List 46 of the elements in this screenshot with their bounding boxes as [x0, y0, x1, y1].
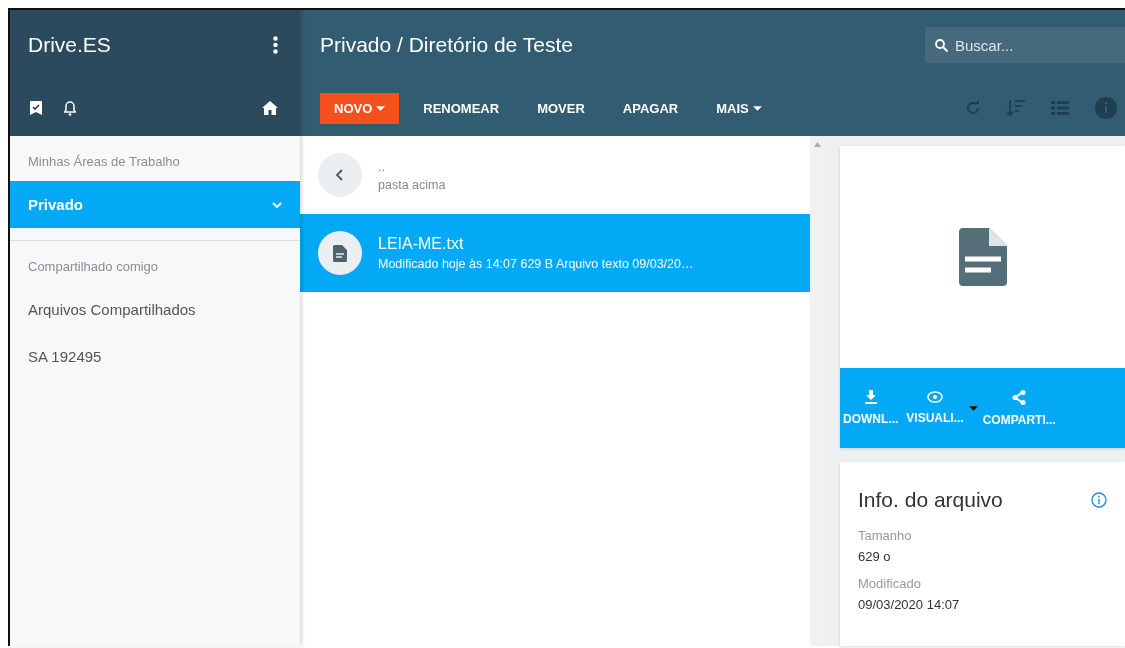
- field-label: Modificado: [858, 576, 922, 591]
- toolbar-button[interactable]: RENOMEAR: [409, 92, 514, 124]
- toolbar-button[interactable]: APAGAR: [608, 92, 693, 124]
- field-value: 629 o: [858, 549, 892, 564]
- download-icon: [864, 390, 877, 404]
- toolbar-button[interactable]: NOVO: [320, 92, 400, 124]
- document-icon: [318, 231, 362, 275]
- file-row[interactable]: LEIA-ME.txt Modificado hoje às 14:07 629 B Arquivo texto 09/03/20…: [300, 214, 810, 292]
- list-view-icon[interactable]: [1051, 101, 1069, 115]
- refresh-icon[interactable]: [965, 100, 981, 116]
- sidebar-item[interactable]: Arquivos Compartilhados: [10, 286, 300, 333]
- preview-action-button[interactable]: DOWNL...: [840, 386, 902, 430]
- info-icon[interactable]: [1091, 492, 1107, 508]
- file-details: Modificado hoje às 14:07 629 B Arquivo texto 09/03/20…: [378, 257, 694, 271]
- file-row[interactable]: .. pasta acima: [300, 136, 810, 214]
- search-field[interactable]: Buscar...: [925, 27, 1125, 63]
- field-label: Tamanho: [858, 528, 913, 543]
- bell-icon[interactable]: [64, 100, 76, 116]
- info-icon[interactable]: [1095, 97, 1117, 119]
- folder-path-title: Privado / Diretório de Teste: [320, 33, 574, 57]
- caret-icon: [968, 405, 978, 411]
- more-icon[interactable]: [273, 36, 278, 54]
- section-header: Compartilhado comigo: [27, 258, 160, 276]
- app-title: Drive.ES: [28, 33, 111, 57]
- document-icon: [958, 228, 1007, 286]
- chevron-down-icon[interactable]: [272, 201, 282, 208]
- preview-action-button[interactable]: COMPARTI...: [979, 385, 1059, 431]
- file-details: pasta acima: [378, 177, 446, 192]
- bookmark-check-icon[interactable]: [30, 101, 42, 115]
- sort-icon[interactable]: [1007, 99, 1025, 117]
- toolbar-button[interactable]: MOVER: [523, 92, 599, 124]
- chevron-left-icon: [336, 169, 344, 181]
- toolbar-button[interactable]: MAIS: [702, 92, 776, 124]
- info-title: Info. do arquivo: [858, 488, 1003, 512]
- share-icon: [1012, 389, 1027, 405]
- home-icon[interactable]: [262, 101, 278, 115]
- eye-icon: [927, 391, 943, 403]
- file-name: ..: [378, 158, 387, 174]
- file-name: LEIA-ME.txt: [378, 235, 465, 253]
- preview-action-button[interactable]: VISUALI...: [903, 387, 967, 429]
- scroll-up-icon[interactable]: [813, 142, 821, 147]
- field-value: 09/03/2020 14:07: [858, 597, 961, 612]
- section-header: Minhas Áreas de Trabalho: [27, 153, 181, 171]
- sidebar-item[interactable]: Privado: [10, 181, 300, 228]
- sidebar-item[interactable]: SA 192495: [10, 333, 300, 380]
- search-icon: [935, 39, 948, 52]
